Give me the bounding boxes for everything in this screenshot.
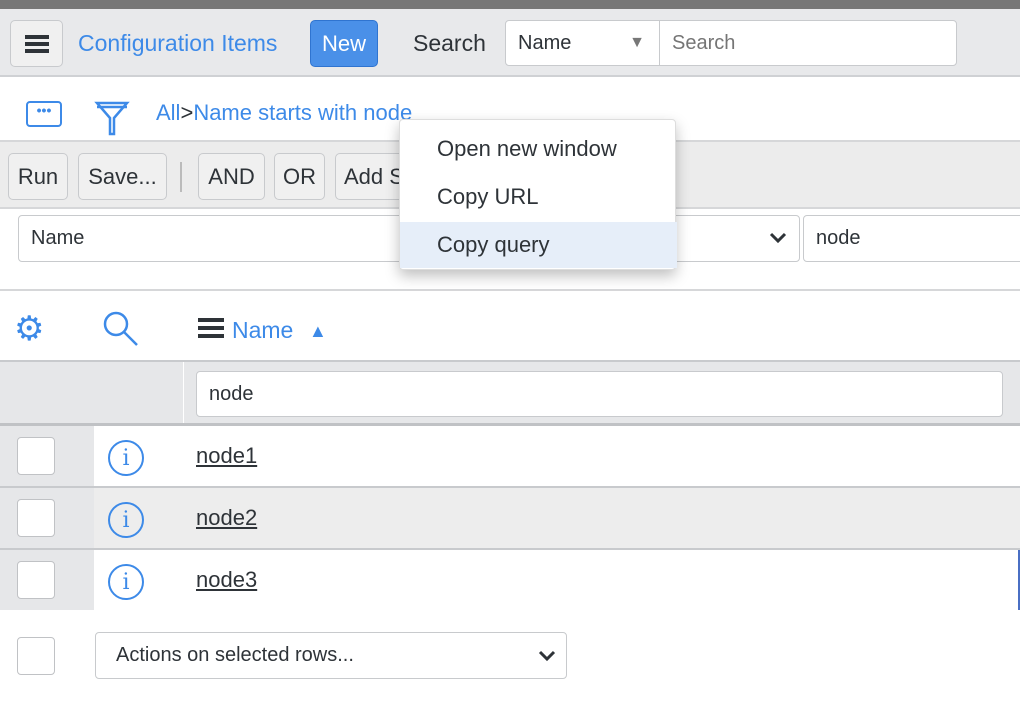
column-menu-icon[interactable]	[198, 318, 224, 338]
hamburger-icon	[24, 34, 49, 53]
top-border	[0, 0, 1020, 9]
menu-item-open-new-window[interactable]: Open new window	[400, 126, 677, 172]
menu-button[interactable]	[10, 20, 63, 67]
menu-item-copy-query[interactable]: Copy query	[400, 222, 677, 268]
list-header: Configuration Items New Search Name ▼	[0, 9, 1020, 77]
run-button[interactable]: Run	[8, 153, 68, 200]
column-filter-row: node	[0, 360, 1020, 426]
breadcrumb-separator: >	[180, 100, 194, 125]
chevron-down-icon	[538, 650, 556, 662]
condition-field-value: Name	[31, 227, 85, 249]
info-icon[interactable]: i	[108, 564, 144, 600]
page-title: Configuration Items	[78, 30, 278, 56]
row-checkbox[interactable]	[17, 437, 55, 475]
or-button[interactable]: OR	[274, 153, 325, 200]
record-link[interactable]: node1	[196, 443, 257, 469]
row-checkbox[interactable]	[17, 561, 55, 599]
actions-select[interactable]: Actions on selected rows...	[95, 632, 567, 679]
filter-icon[interactable]	[94, 98, 130, 138]
breadcrumb: All>Name starts with node	[156, 100, 412, 126]
column-header-name[interactable]: Name	[232, 317, 293, 344]
condition-value-input[interactable]: node	[803, 215, 1020, 262]
record-link[interactable]: node3	[196, 567, 257, 593]
search-label: Search	[413, 30, 486, 56]
context-menu: Open new window Copy URL Copy query	[399, 119, 677, 270]
and-button[interactable]: AND	[198, 153, 265, 200]
row-checkbox[interactable]	[17, 499, 55, 537]
chevron-down-icon	[769, 232, 787, 244]
dropdown-triangle-icon: ▼	[629, 34, 645, 51]
breadcrumb-all[interactable]: All	[156, 100, 180, 125]
record-link[interactable]: node2	[196, 505, 257, 531]
gear-icon[interactable]: ⚙	[14, 309, 44, 349]
select-all-checkbox[interactable]	[17, 637, 55, 675]
divider	[0, 289, 1020, 291]
table-row: i node1	[0, 426, 1020, 488]
info-icon[interactable]: i	[108, 440, 144, 476]
info-icon[interactable]: i	[108, 502, 144, 538]
save-button[interactable]: Save...	[78, 153, 167, 200]
toolbar-divider	[180, 162, 182, 192]
search-field-value: Name	[518, 31, 572, 54]
column-filter-input[interactable]: node	[196, 371, 1003, 417]
search-field-select[interactable]: Name ▼	[505, 20, 660, 66]
menu-item-copy-url[interactable]: Copy URL	[400, 174, 677, 220]
table-row: i node2	[0, 488, 1020, 550]
search-input[interactable]	[659, 20, 957, 66]
table-row: i node3	[0, 550, 1020, 610]
actions-select-value: Actions on selected rows...	[116, 644, 354, 666]
activity-stream-icon[interactable]: •••	[26, 101, 62, 127]
sort-ascending-icon: ▲	[309, 321, 327, 341]
breadcrumb-filter[interactable]: Name starts with node	[193, 100, 412, 125]
search-icon[interactable]	[101, 309, 141, 349]
new-button[interactable]: New	[310, 20, 378, 67]
